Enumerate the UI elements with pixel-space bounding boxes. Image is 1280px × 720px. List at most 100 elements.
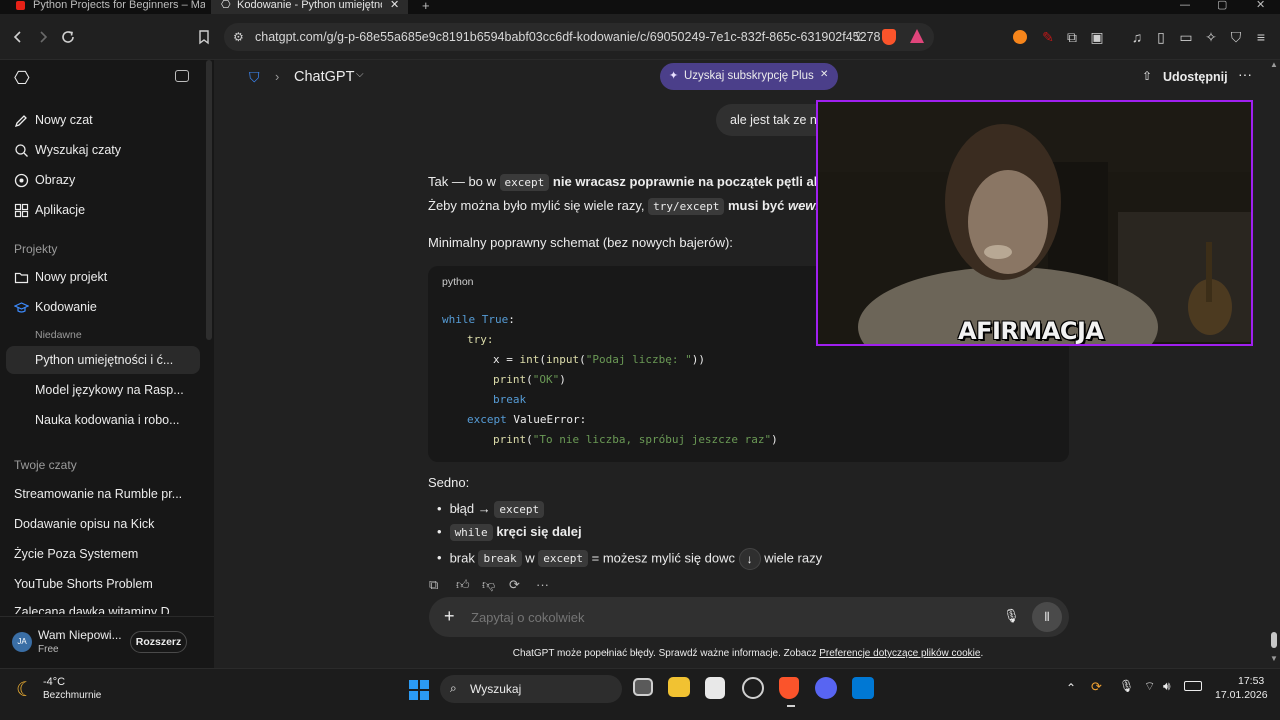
chevron-down-icon[interactable]: ⌵ — [356, 69, 364, 80]
sidebar-item-label: Dodawanie opisu na Kick — [14, 517, 155, 531]
code-line: while True: — [442, 313, 515, 326]
minimize-icon[interactable]: — — [1180, 0, 1190, 14]
sidebar-toggle-icon[interactable]: ▯ — [1152, 28, 1170, 46]
clock-date[interactable]: 17.01.2026 — [1215, 689, 1268, 701]
moon-weather-icon[interactable]: ☾ — [16, 677, 34, 702]
sidebar-chat-item[interactable]: Zalecana dawka witaminy D — [6, 600, 200, 614]
weather-temp[interactable]: -4°C — [43, 676, 65, 688]
sidebar-item-new-project[interactable]: Nowy projekt — [6, 263, 200, 291]
task-view-icon[interactable] — [633, 678, 653, 696]
taskbar-search[interactable]: ⌕ Wyszukaj — [440, 675, 622, 703]
sidebar-chat-item[interactable]: Streamowanie na Rumble pr... — [6, 480, 200, 508]
sidebar-recent-chat[interactable]: Nauka kodowania i robo... — [6, 406, 200, 434]
wallet-card-icon[interactable]: ▭ — [1177, 28, 1195, 46]
music-icon[interactable]: ♫ — [1128, 28, 1146, 46]
address-bar[interactable]: ⚙ chatgpt.com/g/g-p-68e55a685e9c8191b659… — [224, 23, 934, 51]
wallet-icon[interactable]: ▣ — [1088, 28, 1106, 46]
webcam-image — [818, 102, 1251, 344]
apps-icon — [14, 203, 29, 218]
volume-icon[interactable]: 🔊︎ — [1163, 679, 1171, 694]
sidebar-item-apps[interactable]: Aplikacje — [6, 196, 200, 224]
site-settings-icon[interactable]: ⚙ — [233, 30, 244, 44]
sidebar-item-search[interactable]: Wyszukaj czaty — [6, 136, 200, 164]
search-label: Wyszukaj — [470, 682, 522, 696]
close-icon[interactable]: ✕ — [820, 69, 828, 80]
sidebar-chat-item[interactable]: Dodawanie opisu na Kick — [6, 510, 200, 538]
brave-shields-icon[interactable] — [882, 29, 896, 45]
extension-icon[interactable] — [1013, 30, 1027, 44]
sidebar-item-kodowanie[interactable]: Kodowanie — [6, 293, 200, 321]
close-sidebar-icon[interactable] — [175, 70, 189, 82]
chatgpt-app-icon[interactable] — [742, 677, 764, 699]
sidebar-item-images[interactable]: Obrazy — [6, 166, 200, 194]
scroll-down-arrow-icon[interactable]: ▼ — [1270, 654, 1278, 663]
brave-browser-icon[interactable] — [779, 677, 799, 699]
thumbs-down-icon[interactable]: 👎︎ — [482, 577, 495, 593]
sidebar-item-label: Python umiejętności i ć... — [35, 353, 174, 367]
extensions-puzzle-icon[interactable]: ⧉ — [1063, 28, 1081, 46]
weather-desc[interactable]: Bezchmurnie — [43, 690, 101, 701]
search-icon — [15, 144, 28, 157]
chevron-right-icon: › — [275, 69, 280, 84]
sidebar-chat-item[interactable]: Życie Poza Systemem — [6, 540, 200, 568]
windows-start-icon[interactable] — [409, 680, 429, 700]
clock-time[interactable]: 17:53 — [1238, 675, 1264, 687]
share-button[interactable]: Udostępnij — [1163, 70, 1228, 84]
sidebar-item-label: YouTube Shorts Problem — [14, 577, 153, 591]
scroll-up-icon[interactable]: ▲ — [1270, 60, 1278, 69]
share-page-icon[interactable]: ⇪ — [853, 29, 864, 45]
sidebar-recent-chat[interactable]: Python umiejętności i ć... — [6, 346, 200, 374]
sidebar-item-label: Nowy projekt — [35, 270, 108, 284]
browser-tab-active[interactable]: ⎔ Kodowanie - Python umiejętnośc ✕ — [211, 0, 408, 14]
file-explorer-icon[interactable] — [668, 677, 690, 697]
chevron-up-icon[interactable]: ⌃ — [1066, 681, 1076, 695]
cookie-preferences-link[interactable]: Preferencje dotyczące plików cookie — [819, 648, 980, 659]
upgrade-plus-button[interactable]: ✦ Uzyskaj subskrypcję Plus ✕ — [660, 63, 838, 90]
voice-mode-icon[interactable]: ⫴ — [1032, 602, 1062, 632]
images-icon — [14, 173, 29, 188]
leo-ai-icon[interactable]: ✧ — [1202, 28, 1220, 46]
new-tab-button[interactable]: + — [422, 0, 434, 14]
browser-tab[interactable]: Python Projects for Beginners – Mast — [0, 0, 205, 14]
close-tab-icon[interactable]: ✕ — [390, 0, 399, 11]
back-icon[interactable] — [9, 28, 27, 46]
bookmark-icon[interactable] — [195, 28, 213, 46]
share-icon[interactable]: ⇧ — [1142, 69, 1152, 83]
vpn-icon[interactable]: ⛉ — [1227, 28, 1245, 46]
more-actions-icon[interactable]: ··· — [536, 577, 549, 592]
code-token: True — [481, 313, 509, 326]
model-selector[interactable]: ChatGPT — [294, 69, 354, 85]
microphone-icon[interactable]: 🎙︎ — [1003, 608, 1020, 624]
regenerate-icon[interactable]: ⟳ — [509, 577, 520, 593]
wifi-icon[interactable]: ⌔ — [1144, 679, 1155, 694]
close-window-icon[interactable]: ✕ — [1256, 0, 1266, 14]
forward-icon[interactable] — [34, 28, 52, 46]
user-panel: JA Wam Niepowi... Free Rozszerz — [0, 616, 214, 668]
notepad-icon[interactable] — [705, 677, 725, 699]
user-name[interactable]: Wam Niepowi... — [38, 628, 122, 642]
chatgpt-logo-icon[interactable]: ⎔ — [14, 68, 30, 89]
sidebar-recent-chat[interactable]: Model językowy na Rasp... — [6, 376, 200, 404]
copy-icon[interactable]: ⧉ — [429, 577, 438, 593]
scrollbar-thumb[interactable] — [1271, 632, 1277, 648]
battery-icon[interactable] — [1184, 681, 1202, 691]
extension-icon[interactable]: ✎ — [1039, 28, 1057, 46]
discord-icon[interactable] — [815, 677, 837, 699]
main-scrollbar[interactable]: ▲ ▼ — [1268, 60, 1280, 668]
thumbs-up-icon[interactable]: 👍︎ — [456, 577, 470, 593]
more-options-icon[interactable]: ··· — [1238, 66, 1252, 82]
scroll-down-icon[interactable]: ↓ — [738, 548, 761, 570]
sidebar-item-new-chat[interactable]: Nowy czat — [6, 106, 200, 134]
plus-icon[interactable]: + — [444, 606, 455, 627]
menu-icon[interactable]: ≡ — [1252, 28, 1270, 46]
brave-rewards-icon[interactable] — [910, 29, 924, 43]
reload-icon[interactable] — [59, 28, 77, 46]
sync-icon[interactable]: ⟳ — [1091, 679, 1102, 695]
vscode-icon[interactable] — [852, 677, 874, 699]
prompt-input[interactable] — [471, 607, 931, 627]
code-token: int — [519, 353, 540, 366]
sidebar-chat-item[interactable]: YouTube Shorts Problem — [6, 570, 200, 598]
sidebar-scrollbar[interactable] — [206, 60, 212, 340]
microphone-tray-icon[interactable]: 🎙︎ — [1119, 679, 1134, 693]
maximize-icon[interactable]: ▢ — [1217, 0, 1227, 14]
